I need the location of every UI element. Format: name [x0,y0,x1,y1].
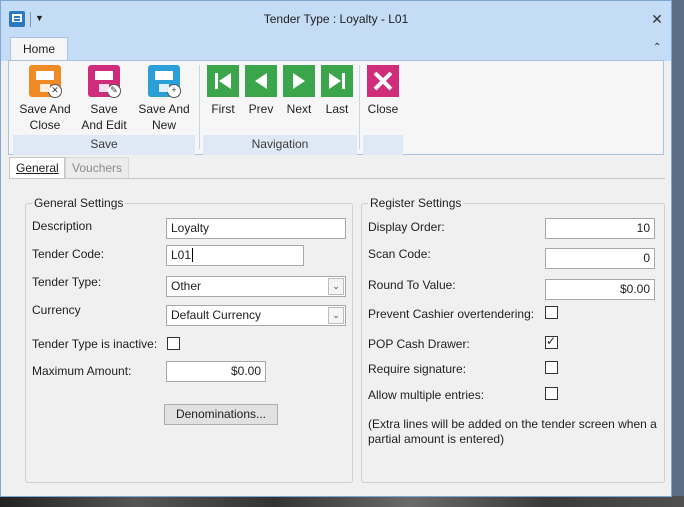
save-new-icon: + [148,65,181,98]
require-signature-label: Require signature: [368,362,467,376]
first-label: First [211,102,235,116]
tab-general-label: General [16,161,59,175]
last-icon [321,65,353,97]
description-field[interactable]: Loyalty [166,218,346,239]
desktop-background-right [672,0,684,507]
round-to-field[interactable]: $0.00 [545,279,655,300]
save-and-close-button[interactable]: ✕ Save And Close [15,65,75,133]
window-title: Tender Type : Loyalty - L01 [263,12,409,26]
ribbon-group-separator [359,65,360,149]
inactive-label: Tender Type is inactive: [32,337,158,351]
pop-drawer-checkbox[interactable] [545,334,558,349]
ribbon-collapse-icon[interactable]: ⌃ [653,42,661,53]
save-and-edit-label: Save And Edit [81,102,127,132]
tender-code-value: L01 [171,248,192,262]
round-to-label: Round To Value: [368,278,456,292]
display-order-field[interactable]: 10 [545,218,655,239]
window-close-button[interactable]: ✕ [647,9,667,29]
save-and-new-button[interactable]: + Save And New [135,65,193,133]
max-amount-field[interactable]: $0.00 [166,361,266,382]
ribbon-group-separator [199,65,200,149]
first-icon [207,65,239,97]
description-label: Description [32,219,93,233]
close-label: Close [367,102,399,116]
next-label: Next [286,102,312,116]
save-edit-icon: ✎ [88,65,121,98]
display-order-label: Display Order: [368,220,445,234]
prev-icon [245,65,277,97]
register-settings-title: Register Settings [368,196,464,210]
save-and-close-label: Save And Close [19,102,71,132]
tender-type-label: Tender Type: [32,275,102,289]
next-icon [283,65,315,97]
tender-code-label: Tender Code: [32,247,105,261]
partial-amount-note: (Extra lines will be added on the tender… [368,417,657,446]
tab-vouchers[interactable]: Vouchers [65,157,129,179]
scan-code-field[interactable]: 0 [545,248,655,269]
close-icon [367,65,399,97]
detail-tab-strip: General Vouchers [9,157,665,179]
navigation-group-label: Navigation [203,135,357,155]
save-and-new-label: Save And New [138,102,190,132]
scan-code-label: Scan Code: [368,247,431,261]
tender-code-field[interactable]: L01 [166,245,304,266]
allow-multiple-checkbox[interactable] [545,387,558,400]
prev-label: Prev [248,102,274,116]
currency-value: Default Currency [171,308,262,322]
register-settings-group: Register Settings Display Order: 10 Scan… [361,196,665,483]
currency-label: Currency [32,303,81,317]
ribbon-tab-strip: Home ⌃ [1,37,671,61]
general-settings-title: General Settings [32,196,126,210]
tender-type-value: Other [171,279,202,293]
last-label: Last [325,102,349,116]
chevron-down-icon[interactable]: ⌄ [328,307,344,324]
currency-select[interactable]: Default Currency ⌄ [166,305,346,326]
prevent-overtender-checkbox[interactable] [545,306,558,319]
prev-button[interactable]: Prev [245,65,277,117]
allow-multiple-label: Allow multiple entries: [368,388,485,402]
ribbon-panel: ✕ Save And Close ✎ Save And Edit + Save … [8,60,664,155]
close-group-label [363,135,403,155]
tab-content-general: General Settings Description Loyalty Ten… [9,178,665,491]
save-group-label: Save [13,135,195,155]
chevron-down-icon[interactable]: ⌄ [328,278,344,295]
require-signature-checkbox[interactable] [545,361,558,374]
denominations-button[interactable]: Denominations... [164,404,278,425]
pop-drawer-label: POP Cash Drawer: [368,337,470,351]
save-close-icon: ✕ [29,65,62,98]
tab-general[interactable]: General [9,157,65,179]
save-and-edit-button[interactable]: ✎ Save And Edit [75,65,133,133]
close-button[interactable]: Close [365,65,401,117]
max-amount-label: Maximum Amount: [32,364,132,378]
title-bar: ▼ Tender Type : Loyalty - L01 ✕ [1,1,671,37]
first-button[interactable]: First [207,65,239,117]
general-settings-group: General Settings Description Loyalty Ten… [25,196,353,483]
desktop-background-bottom [0,496,684,507]
last-button[interactable]: Last [321,65,353,117]
inactive-checkbox[interactable] [167,337,180,350]
next-button[interactable]: Next [283,65,315,117]
tender-type-select[interactable]: Other ⌄ [166,276,346,297]
ribbon-tab-home[interactable]: Home [10,37,68,61]
prevent-overtender-label: Prevent Cashier overtendering: [368,307,535,321]
tender-type-window: ▼ Tender Type : Loyalty - L01 ✕ Home ⌃ ✕… [0,0,672,497]
